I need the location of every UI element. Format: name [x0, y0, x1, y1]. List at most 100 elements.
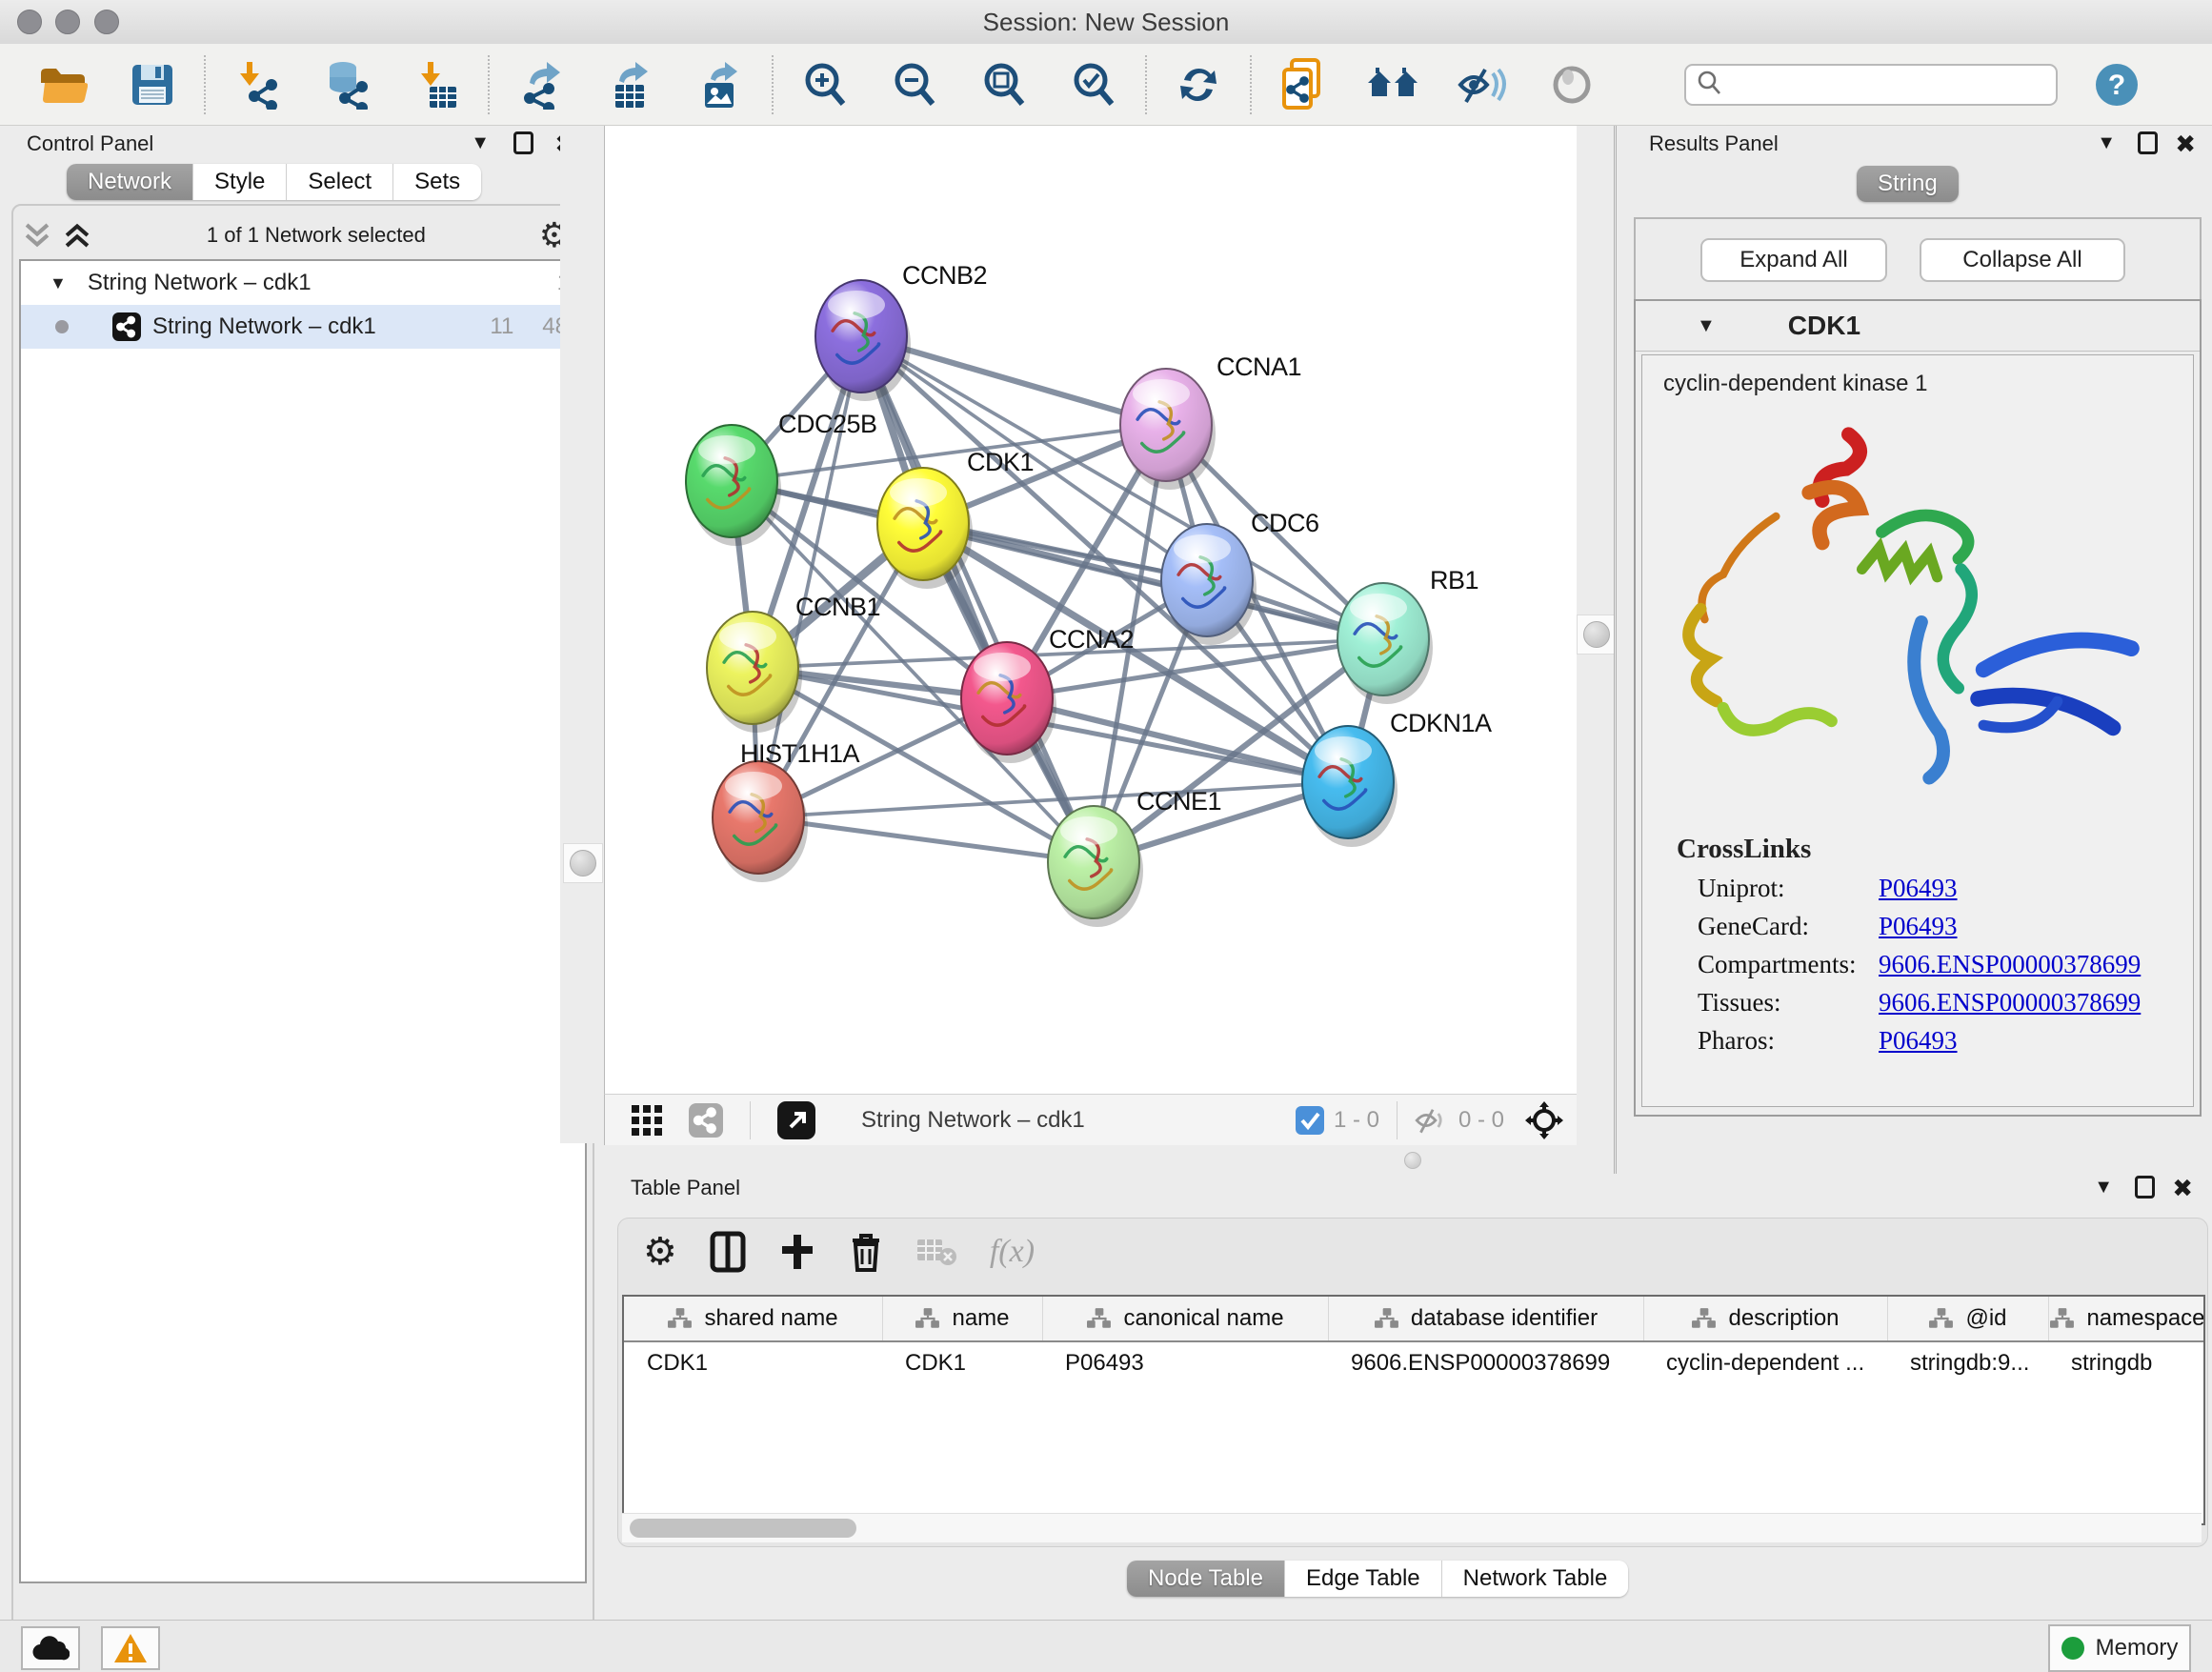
network-collection-row[interactable]: ▼ String Network – cdk1 1: [21, 261, 585, 305]
search-input[interactable]: [1684, 64, 2058, 106]
tab-edge-table[interactable]: Edge Table: [1285, 1561, 1442, 1597]
selected-checkbox-icon[interactable]: [1296, 1106, 1324, 1135]
left-splitter-handle[interactable]: [563, 843, 603, 883]
table-cell[interactable]: cyclin-dependent ...: [1643, 1342, 1887, 1384]
warning-button[interactable]: [101, 1626, 160, 1670]
network-node-HIST1H1A[interactable]: HIST1H1A: [713, 739, 860, 882]
table-hscrollbar[interactable]: [622, 1513, 2202, 1542]
table-cell[interactable]: stringdb:9...: [1887, 1342, 2048, 1384]
tab-node-table[interactable]: Node Table: [1127, 1561, 1285, 1597]
column-header-3[interactable]: database identifier: [1328, 1297, 1643, 1340]
zoom-selected-button[interactable]: [1067, 58, 1120, 111]
crosslink-value[interactable]: P06493: [1879, 874, 1958, 903]
table-row[interactable]: CDK1CDK1P064939606.ENSP00000378699cyclin…: [624, 1342, 2203, 1384]
column-header-0[interactable]: shared name: [624, 1297, 882, 1340]
import-table-button[interactable]: [410, 58, 463, 111]
import-network-database-button[interactable]: [320, 58, 373, 111]
expand-all-icon[interactable]: [61, 221, 93, 250]
gene-entry-header[interactable]: ▼ CDK1: [1636, 301, 2200, 352]
column-header-1[interactable]: name: [882, 1297, 1042, 1340]
right-splitter-handle[interactable]: [1577, 614, 1617, 655]
column-header-4[interactable]: description: [1643, 1297, 1887, 1340]
tab-network[interactable]: Network: [67, 164, 193, 200]
table-cell[interactable]: CDK1: [882, 1342, 1042, 1384]
zoom-out-button[interactable]: [888, 58, 941, 111]
table-panel-close-icon[interactable]: ✖: [2172, 1176, 2193, 1201]
open-in-window-icon[interactable]: [777, 1101, 815, 1139]
column-header-5[interactable]: @id: [1887, 1297, 2048, 1340]
graphics-detail-button[interactable]: [1545, 58, 1599, 111]
hidden-eye-icon[interactable]: [1413, 1105, 1449, 1136]
hide-selected-button[interactable]: [1456, 58, 1509, 111]
edge-HIST1H1A-CCNE1[interactable]: [758, 817, 1094, 862]
table-cell[interactable]: stringdb: [2048, 1342, 2205, 1384]
open-session-button[interactable]: [36, 58, 90, 111]
export-table-button[interactable]: [604, 58, 657, 111]
tab-string[interactable]: String: [1857, 166, 1959, 202]
crosslink-label: Pharos:: [1698, 1026, 1879, 1056]
function-builder-icon[interactable]: f(x): [990, 1234, 1035, 1270]
export-image-button[interactable]: [694, 58, 747, 111]
table-panel-collapse-icon[interactable]: ▼: [2094, 1178, 2113, 1198]
add-column-icon[interactable]: [778, 1233, 816, 1271]
tab-sets[interactable]: Sets: [393, 164, 481, 200]
control-panel-float-icon[interactable]: [513, 131, 533, 159]
results-panel-float-icon[interactable]: [2138, 131, 2158, 159]
network-node-CDC25B[interactable]: CDC25B: [686, 410, 877, 546]
edge-CCNB2-CCNE1[interactable]: [861, 336, 1094, 862]
crosslink-value[interactable]: 9606.ENSP00000378699: [1879, 988, 2141, 1017]
table-cell[interactable]: 9606.ENSP00000378699: [1328, 1342, 1643, 1384]
collapse-all-icon[interactable]: [21, 221, 53, 250]
crosslink-value[interactable]: P06493: [1879, 1026, 1958, 1056]
table-hscrollbar-thumb[interactable]: [630, 1519, 856, 1538]
cloud-button[interactable]: [21, 1626, 80, 1670]
tab-style[interactable]: Style: [193, 164, 287, 200]
network-node-CDKN1A[interactable]: CDKN1A: [1302, 709, 1492, 847]
horizontal-splitter-handle[interactable]: [1404, 1152, 1421, 1169]
control-panel-collapse-icon[interactable]: ▼: [471, 133, 490, 153]
string-import-button[interactable]: [1277, 58, 1330, 111]
column-header-2[interactable]: canonical name: [1042, 1297, 1328, 1340]
right-splitter[interactable]: [1577, 126, 1614, 1174]
tree-caret-icon[interactable]: ▼: [50, 273, 67, 293]
share-view-icon[interactable]: [689, 1103, 723, 1138]
delete-column-icon[interactable]: [849, 1231, 883, 1273]
layout-refresh-button[interactable]: [1172, 58, 1225, 111]
table-panel-float-icon[interactable]: [2135, 1176, 2155, 1203]
network-node-CCNE1[interactable]: CCNE1: [1048, 787, 1221, 927]
homes-button[interactable]: [1366, 58, 1419, 111]
save-session-button[interactable]: [126, 58, 179, 111]
network-node-CDK1[interactable]: CDK1: [877, 448, 1034, 589]
network-node-CCNB2[interactable]: CCNB2: [815, 261, 987, 401]
network-canvas[interactable]: CCNB2CCNA1CDC25BCDK1CDC6RB1CCNB1CCNA2CDK…: [604, 126, 1577, 1094]
memory-button[interactable]: Memory: [2048, 1624, 2191, 1672]
tab-network-table[interactable]: Network Table: [1442, 1561, 1629, 1597]
network-node-CDC6[interactable]: CDC6: [1161, 509, 1319, 645]
fit-selected-target-icon[interactable]: [1525, 1101, 1563, 1139]
collapse-all-button[interactable]: Collapse All: [1920, 238, 2125, 282]
help-button[interactable]: ?: [2090, 58, 2143, 111]
table-cell[interactable]: CDK1: [624, 1342, 882, 1384]
network-row-selected[interactable]: String Network – cdk1 11 48: [21, 305, 585, 349]
export-network-button[interactable]: [514, 58, 568, 111]
results-panel-collapse-icon[interactable]: ▼: [2097, 133, 2116, 153]
table-gear-icon[interactable]: ⚙: [643, 1230, 677, 1274]
delete-table-icon[interactable]: [915, 1236, 957, 1268]
tab-select[interactable]: Select: [287, 164, 393, 200]
network-node-RB1[interactable]: RB1: [1337, 566, 1478, 704]
expand-all-button[interactable]: Expand All: [1700, 238, 1887, 282]
results-panel-close-icon[interactable]: ✖: [2175, 131, 2196, 157]
show-columns-icon[interactable]: [710, 1231, 746, 1273]
table-cell[interactable]: P06493: [1042, 1342, 1328, 1384]
import-network-file-button[interactable]: [231, 58, 284, 111]
left-splitter[interactable]: [560, 126, 604, 1143]
crosslink-value[interactable]: P06493: [1879, 912, 1958, 941]
grid-view-icon[interactable]: [630, 1103, 664, 1138]
entry-caret-icon[interactable]: ▼: [1697, 315, 1716, 337]
sphere-icon: [1550, 63, 1594, 107]
zoom-fit-button[interactable]: [977, 58, 1031, 111]
zoom-in-button[interactable]: [798, 58, 852, 111]
crosslink-value[interactable]: 9606.ENSP00000378699: [1879, 950, 2141, 979]
column-header-6[interactable]: namespace: [2048, 1297, 2205, 1340]
table-panel: Table Panel ▼ ✖ ⚙ f(x) shared namenameca…: [604, 1174, 2212, 1620]
